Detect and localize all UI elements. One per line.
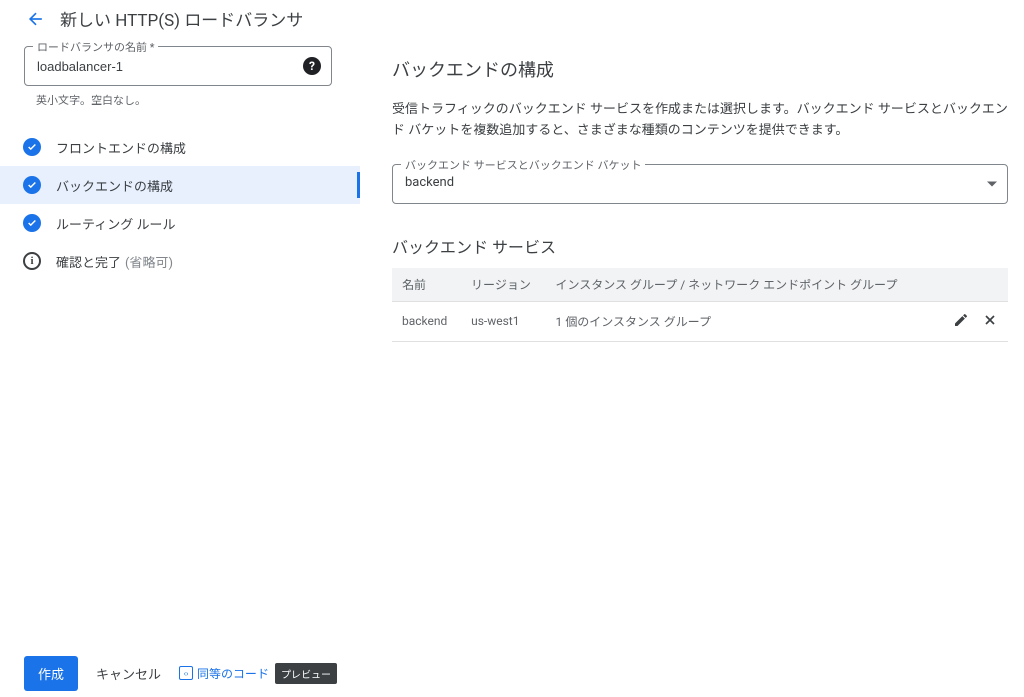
backend-services-heading: バックエンド サービス xyxy=(392,234,1008,258)
nav-item-label: フロントエンドの構成 xyxy=(56,138,186,157)
cancel-button[interactable]: キャンセル xyxy=(96,664,161,683)
backend-services-table: 名前 リージョン インスタンス グループ / ネットワーク エンドポイント グル… xyxy=(392,268,1008,342)
th-name: 名前 xyxy=(392,268,461,302)
help-icon[interactable]: ? xyxy=(303,57,321,75)
th-groups: インスタンス グループ / ネットワーク エンドポイント グループ xyxy=(546,268,929,302)
chevron-down-icon xyxy=(987,181,997,186)
lb-name-field[interactable]: ロードバランサの名前 * ? xyxy=(24,46,332,86)
equivalent-code-label: 同等のコード xyxy=(197,665,269,682)
delete-button[interactable] xyxy=(982,312,998,328)
cell-name: backend xyxy=(392,301,461,341)
lb-name-label: ロードバランサの名前 * xyxy=(33,39,158,55)
edit-button[interactable] xyxy=(953,312,969,328)
table-row: backend us-west1 1 個のインスタンス グループ xyxy=(392,301,1008,341)
lb-name-hint: 英小文字。空白なし。 xyxy=(0,88,360,108)
create-button[interactable]: 作成 xyxy=(24,656,78,691)
nav-routing[interactable]: ルーティング ルール xyxy=(0,204,360,242)
nav-optional-suffix: (省略可) xyxy=(125,252,173,271)
backend-select[interactable]: バックエンド サービスとバックエンド バケット backend xyxy=(392,164,1008,204)
arrow-left-icon xyxy=(26,9,46,29)
cell-groups: 1 個のインスタンス グループ xyxy=(546,301,929,341)
pencil-icon xyxy=(953,312,969,328)
panel-title: バックエンドの構成 xyxy=(392,56,1008,82)
nav-frontend[interactable]: フロントエンドの構成 xyxy=(0,128,360,166)
info-icon: i xyxy=(22,251,42,271)
check-icon xyxy=(22,137,42,157)
page-title: 新しい HTTP(S) ロードバランサ xyxy=(60,6,303,31)
close-icon xyxy=(982,312,998,328)
nav-review[interactable]: i 確認と完了 (省略可) xyxy=(0,242,360,280)
backend-select-label: バックエンド サービスとバックエンド バケット xyxy=(401,157,645,173)
config-nav: フロントエンドの構成 バックエンドの構成 ルーティング ルール i 確認と完了 … xyxy=(0,128,360,280)
back-button[interactable] xyxy=(24,7,48,31)
nav-item-label: ルーティング ルール xyxy=(56,214,175,233)
check-icon xyxy=(22,175,42,195)
nav-item-label: バックエンドの構成 xyxy=(56,176,173,195)
check-icon xyxy=(22,213,42,233)
cell-region: us-west1 xyxy=(461,301,545,341)
equivalent-code-link[interactable]: ‹› 同等のコード プレビュー xyxy=(179,663,337,684)
th-region: リージョン xyxy=(461,268,545,302)
panel-description: 受信トラフィックのバックエンド サービスを作成または選択します。バックエンド サ… xyxy=(392,100,1008,142)
preview-chip: プレビュー xyxy=(275,663,337,684)
nav-item-label: 確認と完了 xyxy=(56,252,121,271)
code-icon: ‹› xyxy=(179,666,193,680)
nav-backend[interactable]: バックエンドの構成 xyxy=(0,166,360,204)
th-actions xyxy=(929,268,1008,302)
